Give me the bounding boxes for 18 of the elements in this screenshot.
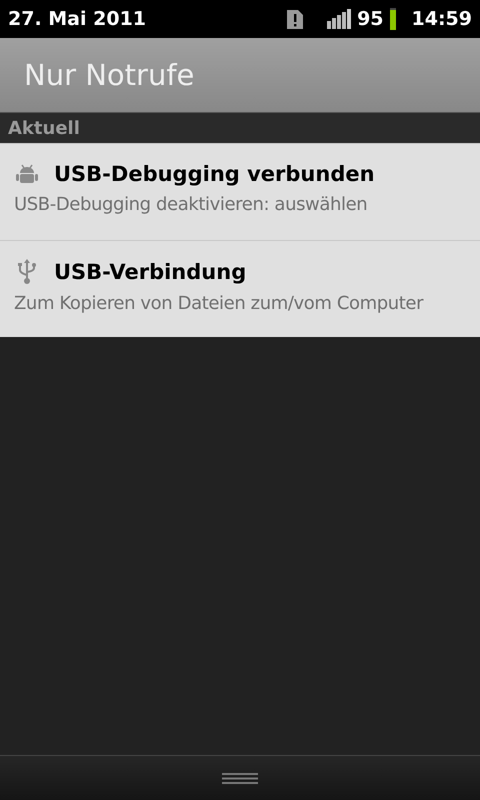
section-title: Aktuell [8,118,80,138]
signal-icon [327,9,352,29]
status-time: 14:59 [412,8,472,30]
notification-item[interactable]: USB-Debugging verbunden USB-Debugging deaktivieren: auswählen [0,143,480,240]
header-title: Nur Notrufe [24,58,194,92]
notification-title: USB-Verbindung [54,260,246,284]
battery-percent: 95 [357,8,384,30]
notification-title: USB-Debugging verbunden [54,162,375,186]
usb-icon [16,259,38,285]
drag-handle-icon [222,772,258,784]
sd-card-alert-icon [287,10,304,28]
notification-text: Zum Kopieren von Dateien zum/vom Computer [14,293,424,314]
notification-text: USB-Debugging deaktivieren: auswählen [14,194,368,215]
notification-item[interactable]: USB-Verbindung Zum Kopieren von Dateien zum/vom Computer [0,240,480,337]
android-robot-icon [16,163,38,185]
drawer-handle-bar[interactable] [0,755,480,800]
status-date: 27. Mai 2011 [8,8,146,30]
battery-icon [390,8,396,30]
